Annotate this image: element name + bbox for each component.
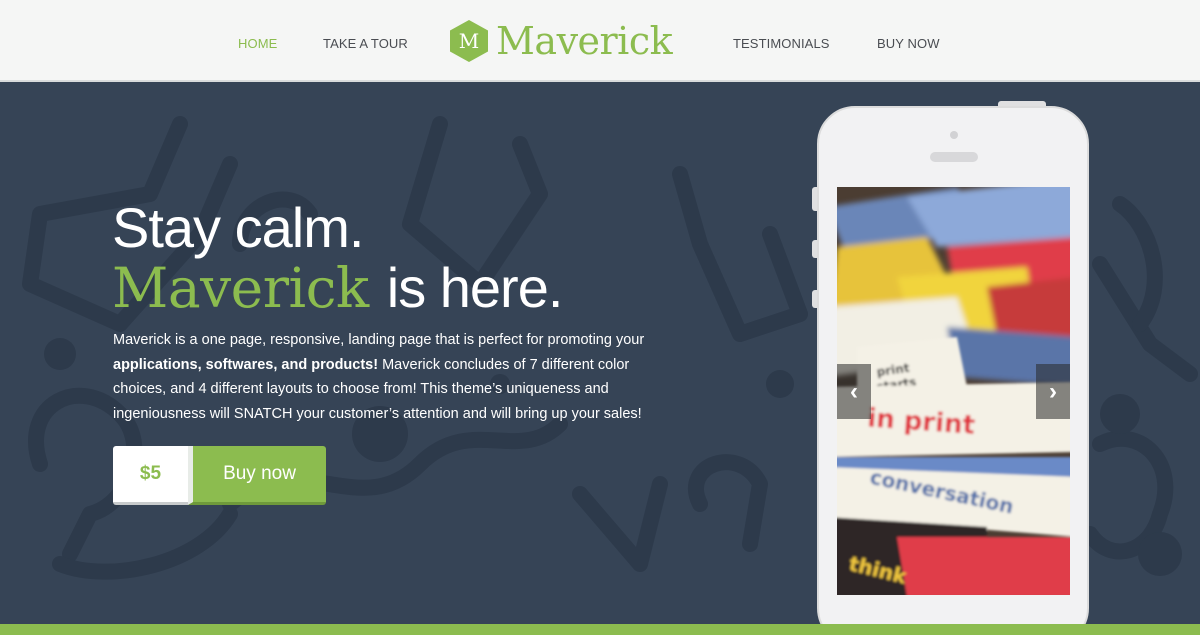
chevron-left-icon: ‹ [850, 378, 858, 405]
logo-letter: M [458, 29, 480, 53]
buy-now-button[interactable]: Buy now [188, 446, 326, 505]
hero-headline: Stay calm. [112, 196, 364, 259]
description-part-1: Maverick is a one page, responsive, land… [113, 332, 645, 348]
buy-now-label: Buy now [223, 463, 296, 484]
nav-buy-now-link[interactable]: BUY NOW [877, 36, 940, 51]
slide-next-arrow[interactable]: › [1036, 364, 1070, 419]
nav-home-link[interactable]: HOME [238, 36, 277, 51]
hero-tagline-tail: is here. [386, 256, 564, 319]
phone-camera [950, 131, 958, 139]
bottom-accent-strip [0, 624, 1200, 635]
chevron-right-icon: › [1049, 378, 1057, 405]
top-navigation: HOME TAKE A TOUR M Maverick TESTIMONIALS… [0, 0, 1200, 82]
hero-subheadline: Maverick is here. [112, 255, 564, 321]
buy-now-group: $5 Buy now [113, 446, 326, 505]
price-tag: $5 [113, 446, 188, 505]
phone-speaker [930, 152, 978, 162]
hero-description: Maverick is a one page, responsive, land… [113, 328, 673, 427]
slide-prev-arrow[interactable]: ‹ [837, 364, 871, 419]
maverick-logo[interactable]: M Maverick [450, 19, 673, 63]
nav-testimonials-link[interactable]: TESTIMONIALS [733, 36, 830, 51]
hero-brand-word: Maverick [112, 256, 369, 320]
description-bold: applications, softwares, and products! [113, 356, 379, 373]
logo-wordmark: Maverick [496, 19, 673, 63]
nav-take-a-tour-link[interactable]: TAKE A TOUR [323, 36, 408, 51]
hexagon-logo-icon: M [450, 20, 488, 62]
price-value: $5 [139, 463, 162, 484]
